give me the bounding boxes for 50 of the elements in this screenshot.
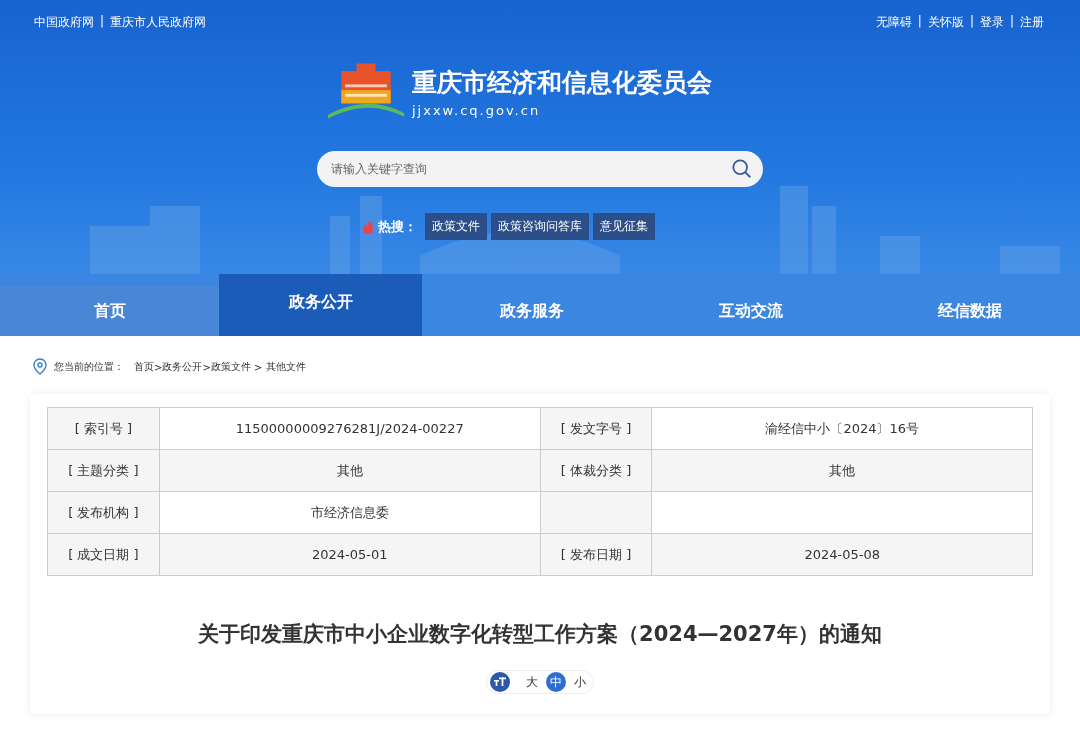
logo-icon — [328, 63, 404, 121]
search-field[interactable]: 请输入关键字查询 — [317, 151, 763, 187]
table-cell: 其他 — [651, 449, 1033, 492]
separator-text: | — [917, 14, 922, 30]
field-label: [ 成文日期 ] — [47, 533, 160, 576]
separator-text: | — [100, 14, 105, 30]
font-size-option[interactable]: 大 — [522, 672, 542, 692]
breadcrumb-separator: > — [252, 361, 264, 373]
table-cell: 2024-05-08 — [651, 533, 1033, 576]
hot-search-tag[interactable]: 政策文件 — [425, 213, 487, 240]
search-icon[interactable] — [731, 158, 753, 180]
table-cell: 2024-05-01 — [159, 533, 541, 576]
field-label: [ 发文字号 ] — [540, 407, 652, 450]
breadcrumb-link[interactable]: 首页 — [134, 360, 154, 374]
nav-tab[interactable]: 政务公开 — [219, 274, 423, 336]
field-label: [ 主题分类 ] — [47, 449, 160, 492]
location-pin-icon — [32, 358, 48, 376]
field-label: [ 索引号 ] — [47, 407, 160, 450]
font-size-option[interactable]: 中 — [546, 672, 566, 692]
field-label: [ 发布机构 ] — [47, 491, 160, 534]
header-link[interactable]: 登录 — [979, 14, 1004, 31]
breadcrumb-link[interactable]: 其他文件 — [265, 360, 306, 374]
hot-search-tag[interactable]: 意见征集 — [593, 213, 655, 240]
separator-text: | — [969, 14, 974, 30]
breadcrumb-label: 您当前的位置： — [54, 360, 124, 374]
hot-search-label: 热搜： — [378, 217, 417, 236]
separator-text: | — [1009, 14, 1014, 30]
header-link[interactable]: 注册 — [1020, 14, 1044, 31]
hot-search-tag[interactable]: 政策咨询问答库 — [491, 213, 589, 240]
breadcrumb-link[interactable]: 政务公开 — [162, 360, 203, 374]
table-cell: 11500000009276281J/2024-00227 — [159, 407, 541, 450]
font-size-option[interactable]: 小 — [570, 672, 590, 692]
field-label: [ 体裁分类 ] — [540, 449, 652, 492]
article-title: 关于印发重庆市中小企业数字化转型工作方案（2024—2027年）的通知 — [198, 621, 882, 648]
table-cell: 渝经信中小〔2024〕16号 — [651, 407, 1033, 450]
site-domain: jjxxw.cq.gov.cn — [412, 103, 542, 118]
text-size-icon — [490, 672, 510, 692]
header-link[interactable]: 重庆市人民政府网 — [110, 14, 207, 31]
table-cell: 市经济信息委 — [159, 491, 541, 534]
flame-icon — [361, 219, 375, 234]
header-link[interactable]: 中国政府网 — [34, 14, 94, 31]
site-title: 重庆市经济和信息化委员会 — [412, 67, 712, 99]
breadcrumb-separator: > — [202, 361, 211, 373]
header-link[interactable]: 无障碍 — [875, 14, 912, 31]
header-link[interactable]: 关怀版 — [927, 14, 964, 31]
field-label: [ 发布日期 ] — [540, 533, 652, 576]
table-cell: 其他 — [159, 449, 541, 492]
nav-tab[interactable]: 首页 — [0, 286, 220, 336]
breadcrumb-link[interactable]: 政策文件 — [210, 360, 251, 374]
breadcrumb-separator: > — [154, 361, 163, 373]
